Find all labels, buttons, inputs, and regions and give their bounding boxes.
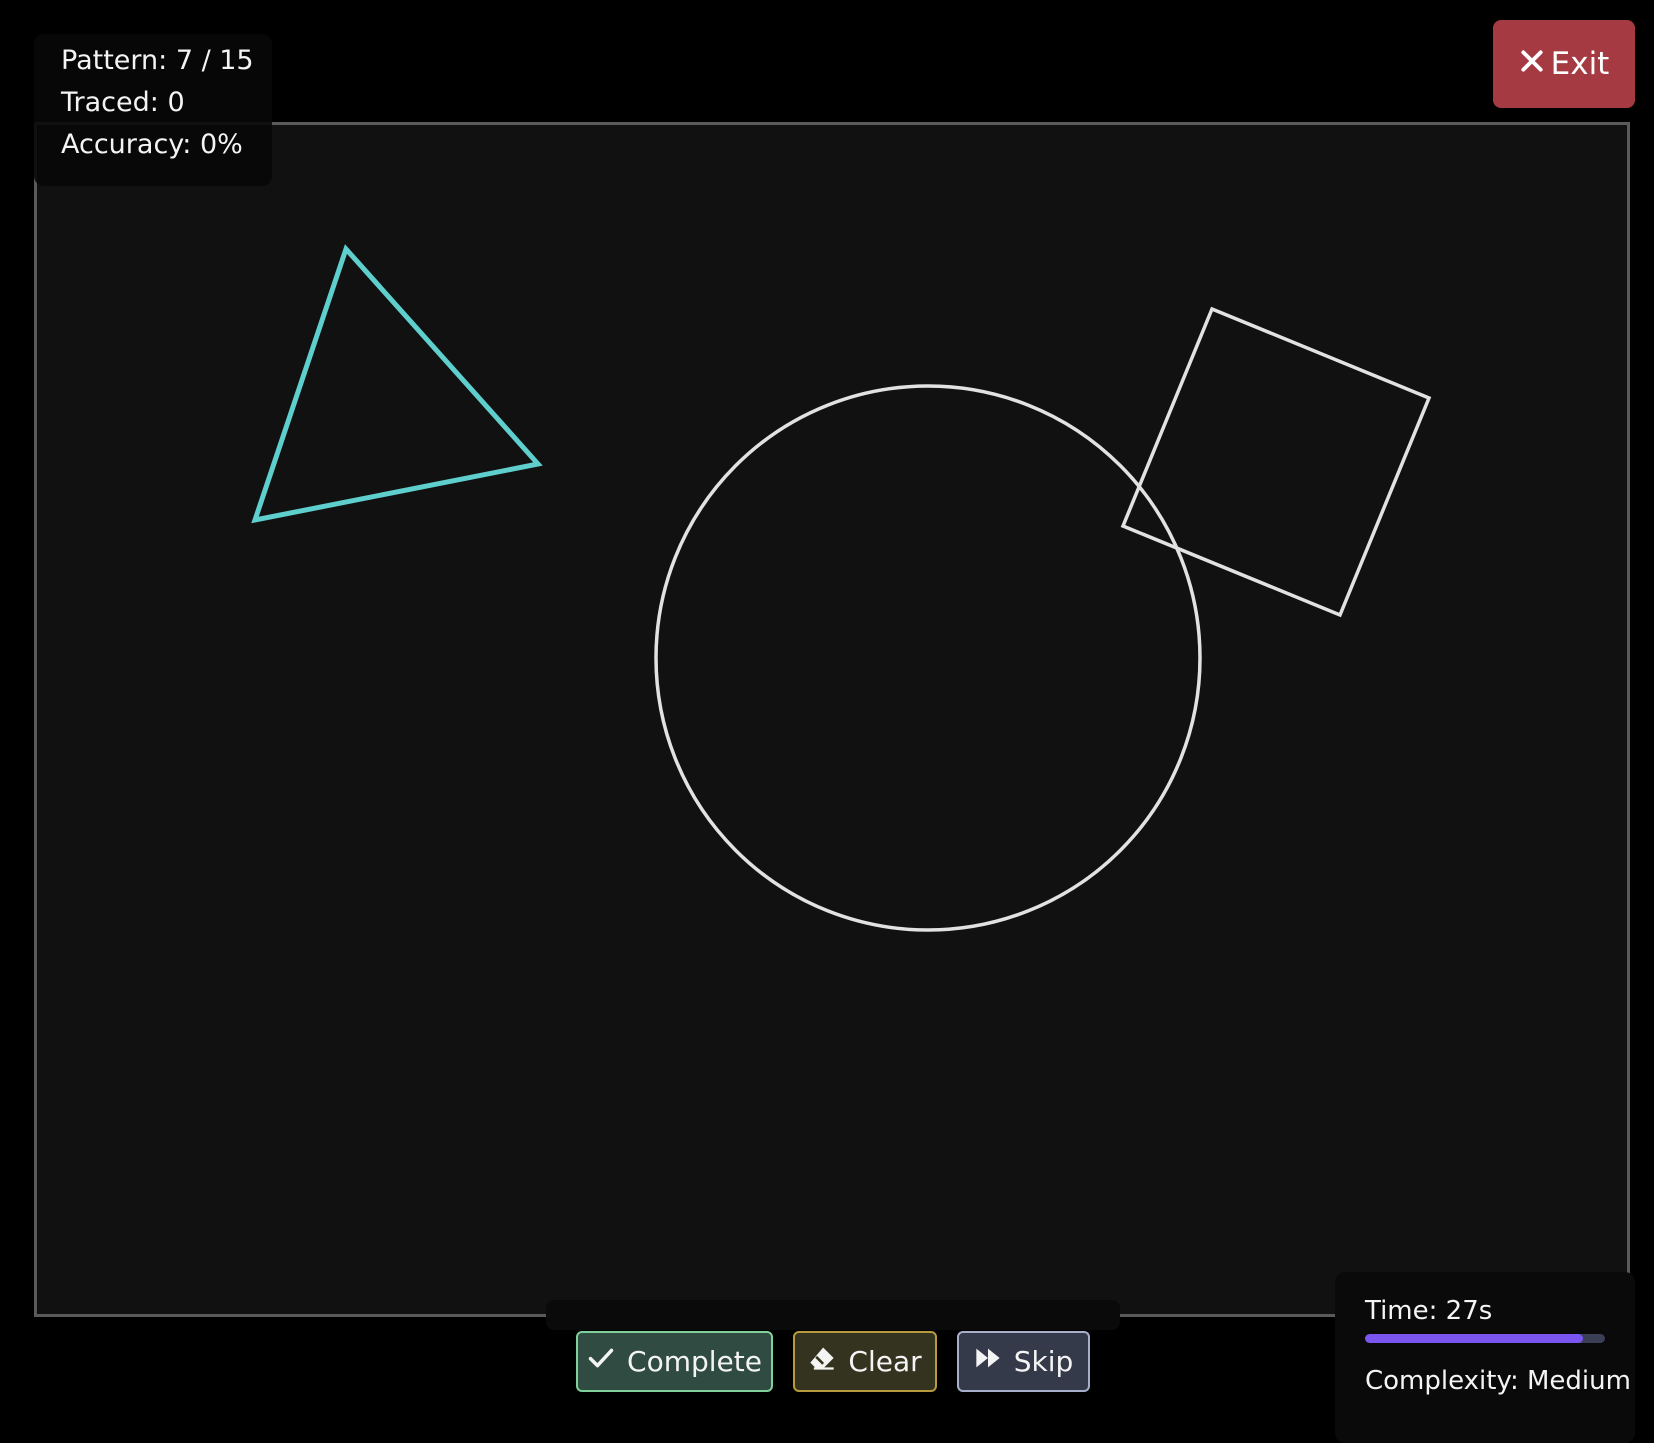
exit-button[interactable]: Exit [1493,20,1635,108]
skip-button[interactable]: Skip [957,1331,1090,1392]
fast-forward-icon [974,1344,1002,1379]
accuracy-readout: Accuracy: 0% [61,129,243,160]
eraser-icon [808,1344,836,1379]
tracing-canvas[interactable] [34,122,1630,1317]
game-stage: Pattern: 7 / 15 Traced: 0 Accuracy: 0% E… [0,0,1654,1443]
close-icon [1519,46,1545,82]
pattern-counter: Pattern: 7 / 15 [61,45,254,76]
complete-button-label: Complete [627,1345,762,1378]
time-readout: Time: 27s [1365,1296,1493,1326]
toolbar-backdrop [546,1300,1120,1330]
checkmark-icon [587,1344,615,1379]
complexity-label: Complexity: Medium [1365,1366,1631,1396]
complete-button[interactable]: Complete [576,1331,773,1392]
time-progress-fill [1365,1334,1584,1343]
clear-button-label: Clear [848,1345,922,1378]
clear-button[interactable]: Clear [793,1331,937,1392]
skip-button-label: Skip [1013,1345,1074,1378]
exit-button-label: Exit [1550,46,1610,82]
time-progress-bar [1365,1334,1605,1343]
traced-counter: Traced: 0 [61,87,185,118]
